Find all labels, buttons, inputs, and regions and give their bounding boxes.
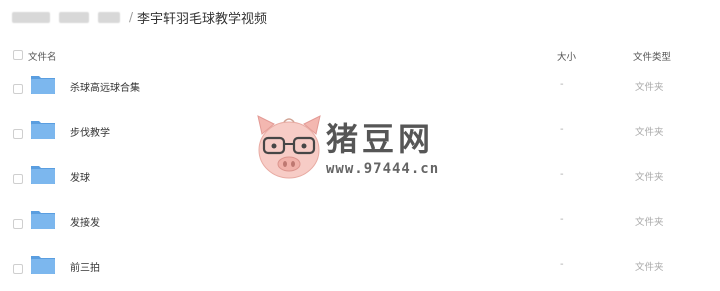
row-checkbox[interactable] bbox=[13, 174, 23, 184]
table-row[interactable]: 杀球高远球合集 - 文件夹 bbox=[0, 66, 720, 111]
file-name[interactable]: 发接发 bbox=[70, 214, 100, 229]
file-size: - bbox=[560, 124, 564, 135]
breadcrumb: / 李宇轩羽毛球教学视频 bbox=[12, 4, 267, 30]
file-type: 文件夹 bbox=[635, 172, 664, 183]
table-row[interactable]: 前三拍 - 文件夹 bbox=[0, 246, 720, 291]
watermark-title: 猪豆网 bbox=[326, 120, 435, 158]
file-type: 文件夹 bbox=[635, 262, 664, 273]
breadcrumb-blurred-item[interactable] bbox=[59, 11, 89, 23]
column-header-size[interactable]: 大小 bbox=[557, 49, 576, 63]
folder-icon bbox=[31, 256, 55, 274]
breadcrumb-current: 李宇轩羽毛球教学视频 bbox=[137, 11, 268, 27]
file-name[interactable]: 步伐教学 bbox=[70, 124, 110, 139]
file-size: - bbox=[560, 214, 564, 225]
pig-logo-icon bbox=[257, 115, 321, 179]
folder-icon bbox=[31, 211, 55, 229]
file-type: 文件夹 bbox=[635, 127, 664, 138]
file-name[interactable]: 杀球高远球合集 bbox=[70, 79, 140, 94]
file-size: - bbox=[560, 169, 564, 180]
file-name[interactable]: 前三拍 bbox=[70, 259, 100, 274]
watermark-url: www.97444.cn bbox=[326, 161, 440, 177]
folder-icon bbox=[31, 121, 55, 139]
column-header-name[interactable]: 文件名 bbox=[28, 49, 57, 63]
row-checkbox[interactable] bbox=[13, 129, 23, 139]
file-name[interactable]: 发球 bbox=[70, 169, 90, 184]
row-checkbox[interactable] bbox=[13, 264, 23, 274]
file-type: 文件夹 bbox=[635, 217, 664, 228]
breadcrumb-separator: / bbox=[129, 10, 134, 24]
file-size: - bbox=[560, 79, 564, 90]
column-header-type[interactable]: 文件类型 bbox=[633, 49, 671, 63]
select-all-checkbox[interactable] bbox=[13, 50, 23, 60]
breadcrumb-blurred-item[interactable] bbox=[12, 11, 50, 23]
watermark: 猪豆网 www.97444.cn bbox=[254, 108, 474, 188]
table-header: 文件名 大小 文件类型 bbox=[0, 44, 720, 66]
breadcrumb-blurred-item[interactable] bbox=[98, 11, 120, 23]
folder-icon bbox=[31, 166, 55, 184]
folder-icon bbox=[31, 76, 55, 94]
row-checkbox[interactable] bbox=[13, 219, 23, 229]
file-type: 文件夹 bbox=[635, 82, 664, 93]
file-size: - bbox=[560, 259, 564, 270]
table-row[interactable]: 发接发 - 文件夹 bbox=[0, 201, 720, 246]
row-checkbox[interactable] bbox=[13, 84, 23, 94]
